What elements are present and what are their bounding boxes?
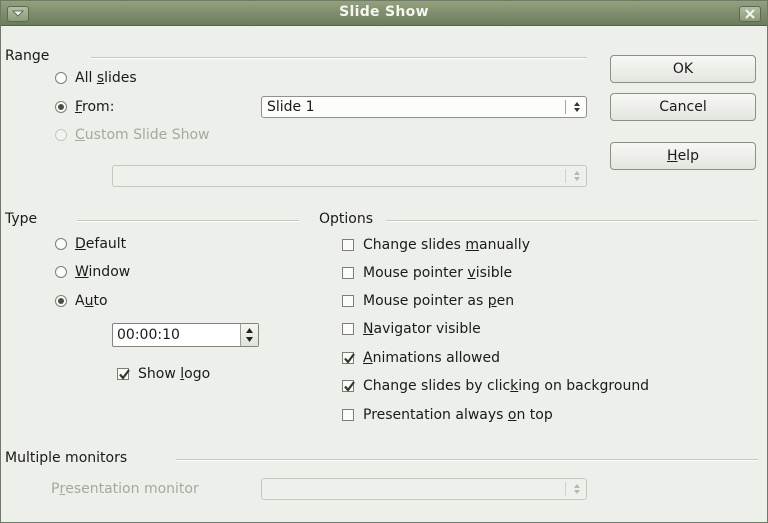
custom-slide-show-radio[interactable]: Custom Slide Show [55,127,209,143]
type-label: Type [5,211,38,227]
pause-spin-buttons[interactable] [240,324,258,346]
option-presentation-always-on-top[interactable]: Presentation always on top [342,407,553,423]
spin-arrows-icon [574,102,580,112]
from-radio[interactable]: From: [55,99,114,115]
show-logo-label: Show logo [138,366,211,382]
title-bar: Slide Show [1,1,767,26]
type-window-radio-indicator[interactable] [55,266,67,278]
from-label: From: [75,99,115,115]
option-label: Animations allowed [363,350,500,366]
option-mouse-pointer-as-pen-indicator[interactable] [342,295,354,307]
type-auto-radio-indicator[interactable] [55,295,67,307]
type-default-radio-indicator[interactable] [55,238,67,250]
type-auto-radio[interactable]: Auto [55,293,108,309]
from-slide-select[interactable]: Slide 1 [261,96,587,118]
option-label: Change slides by clicking on background [363,378,650,394]
all-slides-radio-indicator[interactable] [55,72,67,84]
option-change-slides-manually[interactable]: Change slides manually [342,237,530,253]
type-window-radio[interactable]: Window [55,264,130,280]
pause-duration-value: 00:00:10 [117,327,180,343]
presentation-monitor-select[interactable] [261,478,587,500]
options-divider [386,220,758,222]
option-presentation-always-on-top-indicator[interactable] [342,409,354,421]
custom-slide-show-radio-indicator[interactable] [55,129,67,141]
checkmark-icon [344,353,355,364]
window-title: Slide Show [339,4,429,20]
option-change-slides-manually-indicator[interactable] [342,239,354,251]
show-logo-check-indicator[interactable] [117,368,130,380]
multiple-monitors-label: Multiple monitors [5,450,128,466]
custom-slide-show-label: Custom Slide Show [75,127,210,143]
range-label: Range [5,48,50,64]
option-change-slides-by-clicking-indicator[interactable] [342,380,355,392]
option-label: Mouse pointer visible [363,265,513,281]
close-icon[interactable] [739,6,761,22]
ok-button[interactable]: OK [610,55,756,83]
option-label: Presentation always on top [363,407,553,423]
all-slides-radio[interactable]: All slides [55,70,137,86]
pause-duration-stepper[interactable]: 00:00:10 [112,323,259,347]
option-label: Navigator visible [363,321,481,337]
type-default-radio[interactable]: Default [55,236,126,252]
combo-separator [565,100,566,114]
option-change-slides-by-clicking[interactable]: Change slides by clicking on background [342,378,649,394]
custom-slide-show-select[interactable] [112,165,587,187]
combo-separator [565,482,566,496]
help-button[interactable]: Help [610,142,756,170]
option-mouse-pointer-visible-indicator[interactable] [342,267,354,279]
show-logo-checkbox[interactable]: Show logo [117,366,210,382]
spin-arrows-icon [246,328,253,342]
from-radio-indicator[interactable] [55,101,67,113]
option-animations-allowed-indicator[interactable] [342,352,355,364]
checkmark-icon [119,369,130,380]
all-slides-label: All slides [75,70,137,86]
option-mouse-pointer-as-pen[interactable]: Mouse pointer as pen [342,293,514,309]
option-navigator-visible-indicator[interactable] [342,323,354,335]
option-navigator-visible[interactable]: Navigator visible [342,321,481,337]
type-auto-label: Auto [75,293,108,309]
type-window-label: Window [75,264,131,280]
option-label: Change slides manually [363,237,530,253]
presentation-monitor-label: Pr esentation monitor [51,481,199,497]
from-slide-value: Slide 1 [267,99,315,115]
spin-arrows-icon [574,484,580,494]
type-default-label: Default [75,236,127,252]
spin-arrows-icon [574,171,580,181]
checkmark-icon [344,381,355,392]
combo-separator [565,169,566,183]
monitors-divider [176,459,758,461]
option-label: Mouse pointer as pen [363,293,515,309]
type-divider [77,220,299,222]
options-label: Options [319,211,374,227]
option-animations-allowed[interactable]: Animations allowed [342,350,500,366]
option-mouse-pointer-visible[interactable]: Mouse pointer visible [342,265,512,281]
slide-show-dialog: Slide Show Range All slides From: Slide … [0,0,768,523]
range-divider [91,57,587,59]
cancel-button[interactable]: Cancel [610,93,756,121]
